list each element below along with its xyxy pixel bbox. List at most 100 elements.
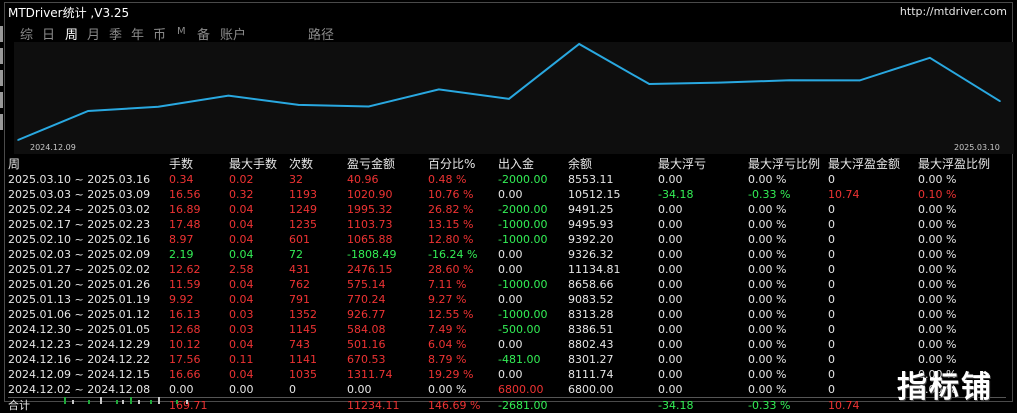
cell-pnl: 926.77 [347, 307, 428, 322]
table-row[interactable]: 2024.12.09 ~ 2024.12.1516.660.0410351311… [8, 367, 1006, 382]
watermark-logo: 指标铺 [897, 362, 993, 406]
header-deposit-withdraw: 出入金 [498, 157, 568, 172]
table-row[interactable]: 2025.02.10 ~ 2025.02.168.970.046011065.8… [8, 232, 1006, 247]
balance-line-chart [14, 42, 1014, 154]
cell-trades: 72 [289, 247, 347, 262]
cell-lots: 9.92 [169, 292, 229, 307]
chart-start-date: 2024.12.09 [30, 143, 76, 152]
header-balance: 余额 [568, 157, 658, 172]
cell-percent: 12.80 % [428, 232, 498, 247]
cell-percent: 13.15 % [428, 217, 498, 232]
cell-deposit-withdraw: -2000.00 [498, 202, 568, 217]
cell-max-floating-profit-pct: 0.00 % [918, 232, 1006, 247]
cell-deposit-withdraw: -1000.00 [498, 232, 568, 247]
cell-max-floating-loss: 0.00 [658, 262, 748, 277]
tab-day[interactable]: 日 [42, 24, 55, 43]
cell-max-floating-profit: 0 [828, 307, 918, 322]
header-week: 周 [8, 157, 169, 172]
cell-deposit-withdraw: -1000.00 [498, 277, 568, 292]
volume-stripe [186, 400, 188, 404]
cell-balance: 9083.52 [568, 292, 658, 307]
cell-balance: 9491.25 [568, 202, 658, 217]
tab-summary[interactable]: 综 [20, 24, 33, 43]
header-lots: 手数 [169, 157, 229, 172]
cell-balance: 8313.28 [568, 307, 658, 322]
cell-max-floating-loss-pct: 0.00 % [748, 337, 828, 352]
cell-deposit-withdraw: 0.00 [498, 337, 568, 352]
cell-week: 2025.01.20 ~ 2025.01.26 [8, 277, 169, 292]
tab-account[interactable]: 账户 [220, 24, 246, 43]
header-max-floating-profit-pct: 最大浮盈比例 [918, 157, 1006, 172]
cell-lots: 17.56 [169, 352, 229, 367]
table-row[interactable]: 2025.02.03 ~ 2025.02.092.190.0472-1808.4… [8, 247, 1006, 262]
cell-percent: 8.79 % [428, 352, 498, 367]
tab-quarter[interactable]: 季 [109, 24, 122, 43]
cell-week: 2025.02.24 ~ 2025.03.02 [8, 202, 169, 217]
tab-path[interactable]: 路径 [308, 24, 334, 43]
bottom-volume-stripes [0, 397, 1017, 404]
cell-max-floating-loss-pct: 0.00 % [748, 367, 828, 382]
mtdriver-stats-window: MTDriver统计 ,V3.25 http://mtdriver.com 综 … [0, 0, 1017, 404]
cell-deposit-withdraw: -2000.00 [498, 172, 568, 187]
header-max-floating-profit: 最大浮盈金额 [828, 157, 918, 172]
header-max-floating-loss: 最大浮亏 [658, 157, 748, 172]
cell-max-floating-profit-pct: 0.00 % [918, 217, 1006, 232]
cell-max-floating-loss-pct: 0.00 % [748, 262, 828, 277]
cell-max-lots: 0.04 [229, 337, 289, 352]
balance-point-2025.01.06 [368, 106, 370, 108]
table-row[interactable]: 2025.01.20 ~ 2025.01.2611.590.04762575.1… [8, 277, 1006, 292]
table-row[interactable]: 2024.12.16 ~ 2024.12.2217.560.111141670.… [8, 352, 1006, 367]
balance-point-2025.02.10 [719, 82, 721, 84]
table-row[interactable]: 2025.01.06 ~ 2025.01.1216.130.031352926.… [8, 307, 1006, 322]
table-row[interactable]: 2025.01.13 ~ 2025.01.199.920.04791770.24… [8, 292, 1006, 307]
tab-week[interactable]: 周 [65, 24, 78, 43]
table-row[interactable]: 2025.01.27 ~ 2025.02.0212.622.584312476.… [8, 262, 1006, 277]
table-body: 2025.03.10 ~ 2025.03.160.340.023240.960.… [8, 172, 1006, 413]
cell-week: 2024.12.16 ~ 2024.12.22 [8, 352, 169, 367]
cell-lots: 8.97 [169, 232, 229, 247]
cell-max-floating-profit: 10.74 [828, 187, 918, 202]
table-row[interactable]: 2025.02.17 ~ 2025.02.2317.480.0412351103… [8, 217, 1006, 232]
cell-max-floating-profit-pct: 0.00 % [918, 322, 1006, 337]
tab-year[interactable]: 年 [131, 24, 144, 43]
cell-pnl: 1311.74 [347, 367, 428, 382]
cell-balance: 11134.81 [568, 262, 658, 277]
cell-trades: 32 [289, 172, 347, 187]
weekly-stats-table: 周手数最大手数次数盈亏金额百分比%出入金余额最大浮亏最大浮亏比例最大浮盈金额最大… [8, 157, 1006, 413]
volume-stripe [122, 400, 124, 404]
table-row[interactable]: 2024.12.23 ~ 2024.12.2910.120.04743501.1… [8, 337, 1006, 352]
balance-point-2025.02.24 [859, 80, 861, 82]
cell-balance: 6800.00 [568, 382, 658, 398]
cell-percent: -16.24 % [428, 247, 498, 262]
balance-series-line [18, 44, 1000, 140]
cell-pnl: 670.53 [347, 352, 428, 367]
balance-point-2024.12.16 [157, 106, 159, 108]
cell-lots: 2.19 [169, 247, 229, 262]
cell-week: 2024.12.23 ~ 2024.12.29 [8, 337, 169, 352]
cell-max-floating-loss: 0.00 [658, 322, 748, 337]
cell-max-floating-profit-pct: 0.00 % [918, 172, 1006, 187]
tab-currency[interactable]: 币 [153, 24, 166, 43]
table-row[interactable]: 2025.03.10 ~ 2025.03.160.340.023240.960.… [8, 172, 1006, 187]
cell-max-floating-loss: 0.00 [658, 277, 748, 292]
window-title: MTDriver统计 ,V3.25 [8, 4, 129, 21]
cell-max-lots: 0.04 [229, 247, 289, 262]
table-row[interactable]: 2025.03.03 ~ 2025.03.0916.560.3211931020… [8, 187, 1006, 202]
table-row[interactable]: 2024.12.02 ~ 2024.12.080.000.0000.000.00… [8, 382, 1006, 398]
cell-percent: 9.27 % [428, 292, 498, 307]
table-row[interactable]: 2024.12.30 ~ 2025.01.0512.680.031145584.… [8, 322, 1006, 337]
tab-notes[interactable]: 备 [197, 24, 210, 43]
volume-stripe [150, 400, 152, 404]
website-link[interactable]: http://mtdriver.com [900, 5, 1007, 18]
volume-stripe [130, 397, 132, 404]
cell-max-floating-loss-pct: 0.00 % [748, 277, 828, 292]
table-row[interactable]: 2025.02.24 ~ 2025.03.0216.890.0412491995… [8, 202, 1006, 217]
cell-pnl: 0.00 [347, 382, 428, 398]
tab-month[interactable]: 月 [87, 24, 100, 43]
cell-max-floating-profit: 0 [828, 172, 918, 187]
cell-percent: 10.76 % [428, 187, 498, 202]
tab-m[interactable]: M [177, 26, 186, 37]
cell-pnl: 575.14 [347, 277, 428, 292]
chart-marks [17, 43, 1001, 141]
cell-max-floating-profit: 0 [828, 292, 918, 307]
